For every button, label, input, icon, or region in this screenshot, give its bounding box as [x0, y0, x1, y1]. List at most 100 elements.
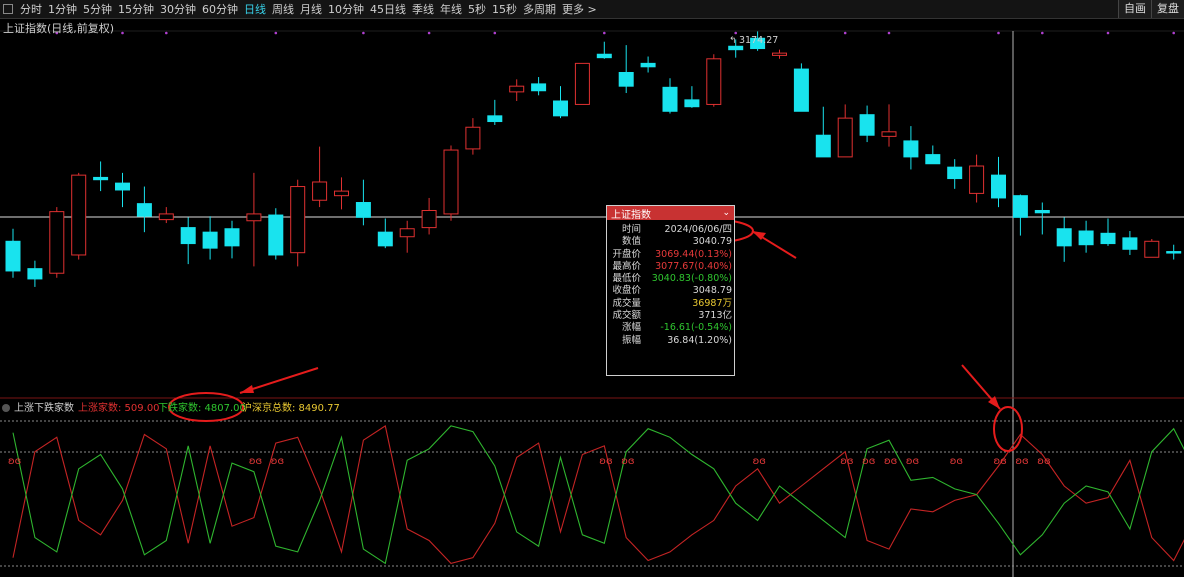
candle[interactable] [268, 208, 284, 260]
candle[interactable] [1034, 202, 1050, 235]
candle[interactable] [5, 228, 21, 278]
candle[interactable] [71, 172, 87, 260]
period-tabs: 分时 1分钟 5分钟 15分钟 30分钟 60分钟 日线 周线 月线 10分钟 45日线 季线 年线 5秒… [17, 1, 600, 17]
candle[interactable] [947, 159, 963, 189]
tab-1[interactable]: 1分钟 [45, 1, 80, 17]
popup-row: 数值 3040.79 [607, 236, 734, 248]
high-value-label: 3174.27 [739, 35, 778, 46]
candle[interactable] [399, 220, 415, 253]
candle[interactable] [553, 86, 568, 119]
candle[interactable] [991, 156, 1006, 208]
candle[interactable] [49, 207, 65, 278]
candle[interactable] [509, 79, 525, 102]
candle[interactable] [27, 260, 43, 287]
candle[interactable] [859, 105, 875, 143]
tab-13[interactable]: 5秒 [465, 1, 489, 17]
event-marker [362, 31, 365, 35]
candle[interactable] [180, 217, 196, 265]
tab-2[interactable]: 5分钟 [80, 1, 115, 17]
tab-4[interactable]: 30分钟 [157, 1, 199, 17]
toolbar-icon [3, 4, 13, 14]
candle[interactable] [574, 62, 590, 105]
candle[interactable] [925, 145, 941, 165]
candle-body [487, 115, 503, 123]
event-marker [121, 31, 124, 35]
tab-6[interactable]: 日线 [241, 1, 269, 17]
tab-5[interactable]: 60分钟 [199, 1, 241, 17]
draw-button[interactable]: 自画 [1118, 0, 1151, 18]
candle[interactable] [421, 197, 437, 235]
candle[interactable] [1100, 218, 1116, 246]
candle[interactable] [684, 86, 700, 108]
candle[interactable] [793, 63, 809, 112]
tab-11[interactable]: 季线 [409, 1, 437, 17]
candle[interactable] [837, 104, 853, 158]
candle[interactable] [969, 154, 985, 203]
tab-10[interactable]: 45日线 [367, 1, 409, 17]
tab-14[interactable]: 15秒 [489, 1, 520, 17]
candle-body [684, 99, 700, 108]
tab-15[interactable]: 多周期 [520, 1, 559, 17]
candle[interactable] [312, 146, 328, 208]
candle[interactable] [443, 145, 459, 221]
candle[interactable] [772, 49, 787, 59]
candle[interactable] [355, 179, 371, 226]
tab-12[interactable]: 年线 [437, 1, 465, 17]
popup-header[interactable]: 上证指数 ⌄ [607, 206, 734, 221]
candle[interactable] [487, 99, 503, 125]
candle[interactable] [93, 161, 109, 192]
replay-button[interactable]: 复盘 [1151, 0, 1184, 18]
candle[interactable] [1144, 239, 1160, 258]
candle[interactable] [640, 56, 656, 73]
period-toolbar: 分时 1分钟 5分钟 15分钟 30分钟 60分钟 日线 周线 月线 10分钟 45日线 季线 年线 5秒… [0, 0, 1184, 19]
popup-key: 涨幅 [621, 322, 641, 334]
tab-9[interactable]: 10分钟 [325, 1, 367, 17]
popup-key: 最高价 [612, 260, 641, 272]
total-count-label: 沪深京总数: 8490.77 [242, 401, 340, 414]
collapse-icon[interactable]: ⌄ [722, 208, 730, 218]
candle[interactable] [1056, 217, 1072, 262]
candle[interactable] [246, 172, 262, 267]
candle-body [815, 134, 831, 158]
candle[interactable] [334, 177, 349, 210]
event-marker [493, 31, 497, 35]
tab-7[interactable]: 周线 [269, 1, 297, 17]
candle[interactable] [224, 220, 240, 259]
candle[interactable] [618, 45, 634, 94]
candle[interactable] [815, 106, 831, 158]
candle[interactable] [202, 216, 218, 260]
candle[interactable] [1122, 231, 1138, 255]
candle[interactable] [1166, 244, 1182, 260]
candle[interactable] [1012, 194, 1028, 236]
candle[interactable] [903, 126, 919, 170]
candle[interactable] [596, 41, 612, 59]
candle-body [5, 240, 21, 272]
candle[interactable] [706, 54, 722, 107]
tab-16[interactable]: 更多 > [559, 1, 600, 17]
event-marker [427, 31, 431, 35]
tab-3[interactable]: 15分钟 [115, 1, 157, 17]
popup-value: 3077.67(0.40%) [655, 260, 732, 272]
candle[interactable] [158, 207, 174, 224]
event-marker [603, 31, 606, 35]
data-popup[interactable]: 上证指数 ⌄ 时间 2024/06/06/四 数值 3040.79 开盘价 3069.44… [606, 205, 735, 376]
candle[interactable] [662, 78, 678, 114]
indicator-header: 上涨下跌家数 上涨家数: 509.00 下跌家数: 4807.00 沪深京总数:… [2, 401, 340, 414]
tab-8[interactable]: 月线 [297, 1, 325, 17]
candle[interactable] [136, 186, 152, 233]
candle-body [290, 186, 306, 254]
chart-canvas[interactable]: ʚɞ ʚɞ ʚɞ ʚɞ ʚɞ ʚɞ ʚɞ ʚɞ ʚɞ ʚɞ ʚɞ ʚɞ ʚɞ ʚɞ ↰ 3174.27 上… [0, 0, 1184, 577]
candle[interactable] [1078, 220, 1094, 253]
candle-body [421, 209, 437, 229]
tab-0[interactable]: 分时 [17, 1, 45, 17]
candle[interactable] [531, 77, 547, 96]
candle[interactable] [115, 172, 130, 208]
candle-body [334, 190, 349, 197]
candle[interactable] [881, 104, 897, 147]
popup-key: 时间 [621, 224, 641, 235]
candle[interactable] [465, 118, 481, 155]
candle[interactable] [290, 179, 306, 267]
candle[interactable] [377, 218, 393, 249]
up-count-label: 上涨家数: 509.00 [78, 401, 160, 414]
event-marker [165, 31, 168, 35]
